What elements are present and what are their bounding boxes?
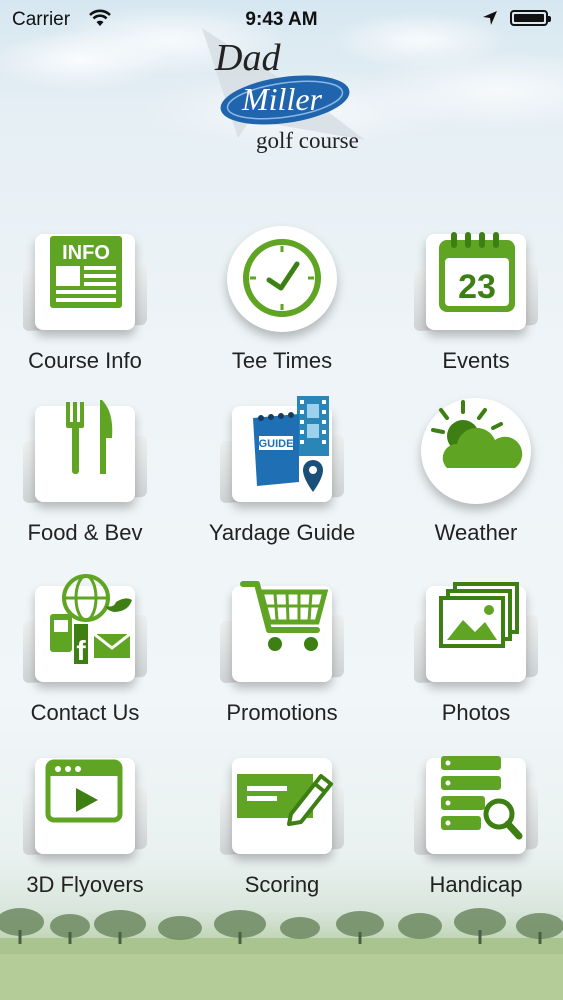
menu-course-info[interactable]: INFO Course Info	[0, 220, 179, 392]
menu-label: Weather	[434, 520, 518, 545]
menu-weather[interactable]: Weather	[382, 392, 563, 564]
dad-miller-logo: Dad Miller golf course	[190, 28, 380, 158]
menu-label: Handicap	[429, 872, 523, 897]
svg-text:f: f	[76, 635, 86, 666]
menu-label: Photos	[441, 700, 511, 725]
menu-label: Tee Times	[231, 348, 333, 373]
menu-handicap[interactable]: Handicap	[382, 744, 563, 916]
calendar-icon: 23	[439, 232, 515, 312]
scorecard-pencil-icon	[237, 774, 333, 826]
logo-text-dad: Dad	[214, 37, 281, 79]
menu-label: Course Info	[28, 348, 142, 373]
menu-events[interactable]: 23 Events	[382, 220, 563, 392]
clock-icon	[243, 239, 321, 317]
photos-icon	[439, 582, 519, 648]
video-player-icon	[45, 759, 123, 823]
menu-3d-flyovers[interactable]: 3D Flyovers	[0, 744, 179, 916]
menu-label: Events	[442, 348, 510, 373]
location-arrow-icon	[483, 11, 497, 25]
menu-label: Yardage Guide	[208, 520, 356, 545]
menu-photos[interactable]: Photos	[382, 572, 563, 744]
logo-text-golf-course: golf course	[256, 128, 359, 153]
menu-label: Scoring	[244, 872, 320, 897]
golf-course-background	[0, 908, 563, 1000]
menu-label: Promotions	[226, 700, 338, 725]
menu-label: 3D Flyovers	[26, 872, 144, 897]
menu-promotions[interactable]: Promotions	[188, 572, 376, 744]
sun-cloud-icon	[431, 400, 523, 468]
logo-text-miller: Miller	[241, 81, 323, 117]
info-newspaper-icon: INFO	[50, 236, 122, 308]
calendar-day-number: 23	[458, 268, 496, 306]
menu-food-bev[interactable]: Food & Bev	[0, 392, 179, 564]
database-search-icon	[441, 756, 523, 840]
info-icon-text: INFO	[62, 242, 110, 264]
fork-knife-icon	[66, 400, 113, 474]
menu-label: Contact Us	[30, 700, 140, 725]
menu-yardage-guide[interactable]: GUIDE Yardage Guide	[188, 392, 376, 564]
menu-label: Food & Bev	[27, 520, 143, 545]
shopping-cart-icon	[240, 581, 329, 651]
menu-contact-us[interactable]: f Contact Us	[0, 572, 179, 744]
menu-scoring[interactable]: Scoring	[188, 744, 376, 916]
menu-tee-times[interactable]: Tee Times	[188, 220, 376, 392]
social-contact-icon: f	[50, 574, 132, 666]
guide-map-icon: GUIDE	[253, 396, 329, 492]
guide-badge-text: GUIDE	[259, 438, 294, 450]
battery-icon	[510, 10, 551, 26]
